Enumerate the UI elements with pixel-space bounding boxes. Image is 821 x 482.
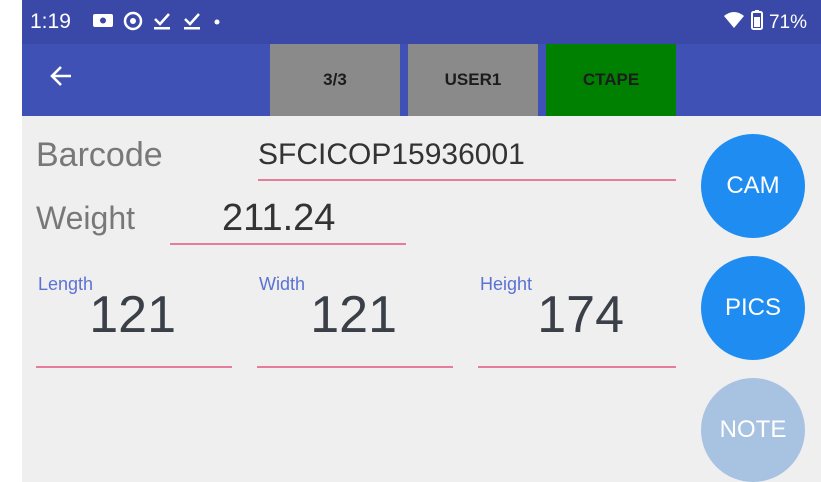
weight-underline [170,243,406,245]
battery-icon [750,10,763,36]
status-bar: 1:19 71% [22,0,821,44]
status-time: 1:19 [30,10,71,33]
status-right: 71% [723,10,807,36]
download-check-icon [182,10,202,37]
cam-button[interactable]: CAM [701,134,805,238]
barcode-field[interactable]: SFCICOP15936001 [258,138,525,172]
app-screen: 1:19 71% 3/3 USER1 CTAPE Barcode SFCICOP… [22,0,821,482]
app-bar: 3/3 USER1 CTAPE [22,44,821,116]
dot-icon [212,10,222,37]
battery-percentage: 71% [768,12,807,33]
height-underline [478,366,676,368]
back-arrow-icon[interactable] [42,60,82,100]
pics-button[interactable]: PICS [701,256,805,360]
tab-page-count[interactable]: 3/3 [270,44,400,116]
length-field[interactable]: 121 [36,285,176,345]
weight-field[interactable]: 211.24 [222,197,335,240]
notification-photo-icon [92,10,114,35]
tab-user[interactable]: USER1 [408,44,538,116]
length-underline [36,366,232,368]
note-button[interactable]: NOTE [701,378,805,482]
tab-ctape[interactable]: CTAPE [546,44,676,116]
barcode-underline [258,179,676,181]
height-field[interactable]: 174 [484,285,624,345]
wifi-icon [723,11,745,35]
barcode-label: Barcode [36,136,163,174]
weight-label: Weight [36,200,136,236]
at-sign-icon [122,10,144,37]
download-check-icon [152,10,172,37]
width-field[interactable]: 121 [257,285,397,345]
width-underline [257,366,453,368]
